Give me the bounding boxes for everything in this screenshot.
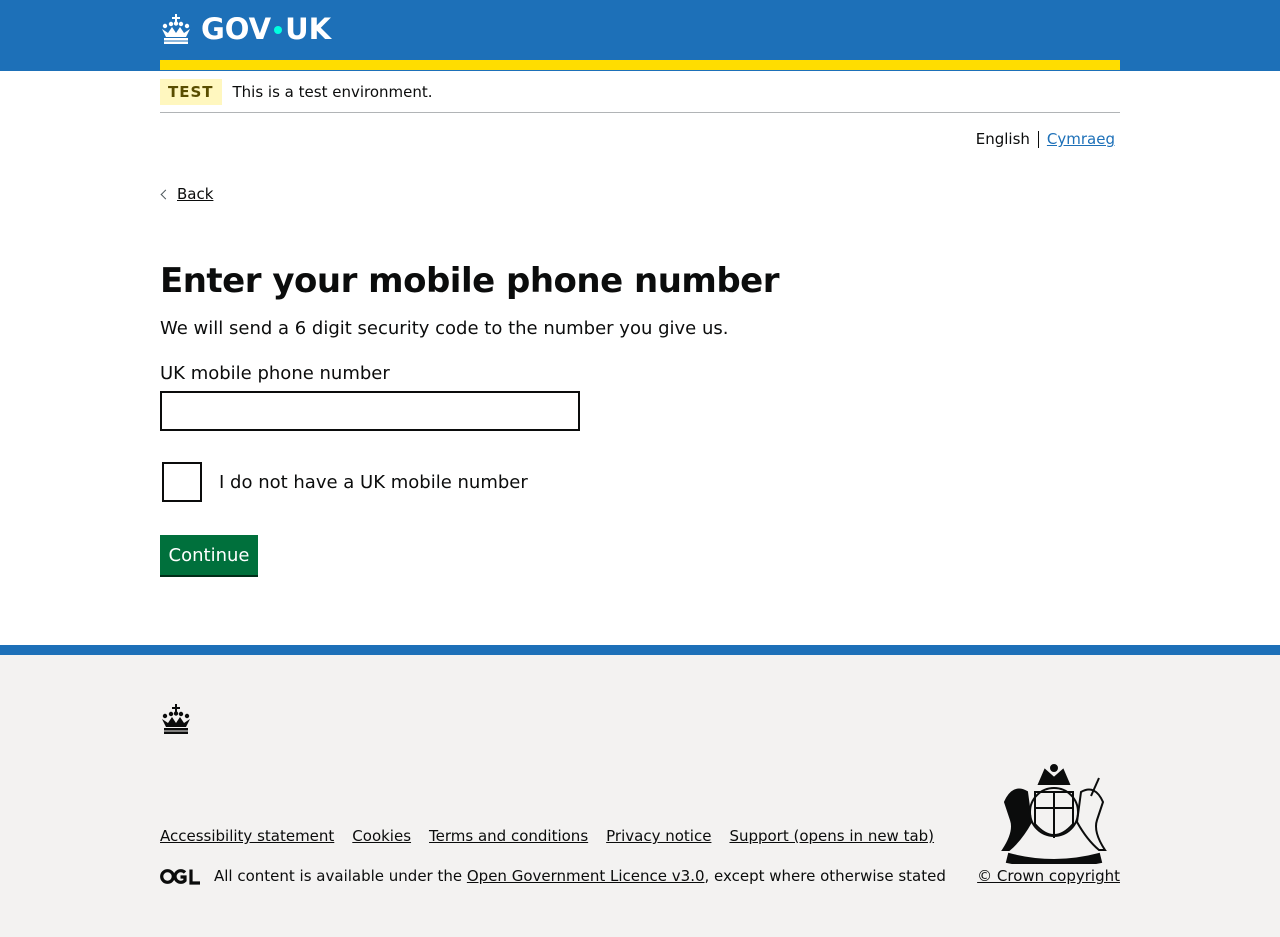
- crown-copyright-link[interactable]: © Crown copyright: [977, 867, 1120, 885]
- page-description: We will send a 6 digit security code to …: [160, 318, 729, 339]
- phase-banner-text: This is a test environment.: [232, 82, 433, 101]
- licence-suffix: , except where otherwise stated: [704, 867, 946, 885]
- site-footer: Accessibility statement Cookies Terms an…: [0, 645, 1280, 937]
- language-link-cymraeg[interactable]: Cymraeg: [1047, 130, 1115, 148]
- logo-dot: [274, 26, 283, 34]
- no-uk-mobile-checkbox-label[interactable]: I do not have a UK mobile number: [219, 472, 528, 493]
- chevron-left-icon: [160, 189, 171, 199]
- phase-banner: TEST This is a test environment.: [160, 71, 1120, 113]
- footer-link-accessibility[interactable]: Accessibility statement: [160, 827, 334, 845]
- language-toggle: English Cymraeg: [976, 130, 1115, 148]
- no-uk-mobile-checkbox[interactable]: [162, 462, 202, 502]
- govuk-logo-link[interactable]: GOV UK: [160, 11, 331, 47]
- logo-wordmark: GOV UK: [201, 12, 331, 46]
- logo-text-uk: UK: [285, 12, 332, 46]
- phone-number-input[interactable]: [160, 391, 580, 431]
- header-yellow-stripe: [160, 60, 1120, 70]
- licence-link[interactable]: Open Government Licence v3.0: [467, 867, 705, 885]
- ogl-logo-icon: [160, 868, 200, 885]
- language-current: English: [975, 130, 1030, 148]
- footer-link-cookies[interactable]: Cookies: [352, 827, 411, 845]
- site-header: GOV UK: [0, 0, 1280, 71]
- footer-link-privacy[interactable]: Privacy notice: [606, 827, 711, 845]
- header-container: GOV UK: [160, 0, 1120, 71]
- phase-tag: TEST: [160, 78, 222, 105]
- footer-link-support[interactable]: Support (opens in new tab): [729, 827, 934, 845]
- licence-prefix: All content is available under the: [214, 867, 467, 885]
- back-link[interactable]: Back: [160, 185, 213, 203]
- footer-link-terms[interactable]: Terms and conditions: [429, 827, 588, 845]
- licence-row: All content is available under the Open …: [160, 867, 946, 885]
- language-separator: [1037, 130, 1039, 148]
- back-link-label: Back: [177, 185, 214, 203]
- no-uk-mobile-checkbox-row[interactable]: I do not have a UK mobile number: [160, 462, 528, 502]
- crown-icon: [162, 704, 190, 734]
- phone-number-label: UK mobile phone number: [160, 363, 390, 384]
- crown-icon: [162, 14, 190, 44]
- logo-text-gov: GOV: [201, 12, 272, 46]
- continue-button[interactable]: Continue: [160, 535, 258, 575]
- footer-links: Accessibility statement Cookies Terms an…: [160, 827, 952, 845]
- page-title: Enter your mobile phone number: [160, 261, 780, 301]
- royal-coat-of-arms-icon: [1001, 764, 1107, 864]
